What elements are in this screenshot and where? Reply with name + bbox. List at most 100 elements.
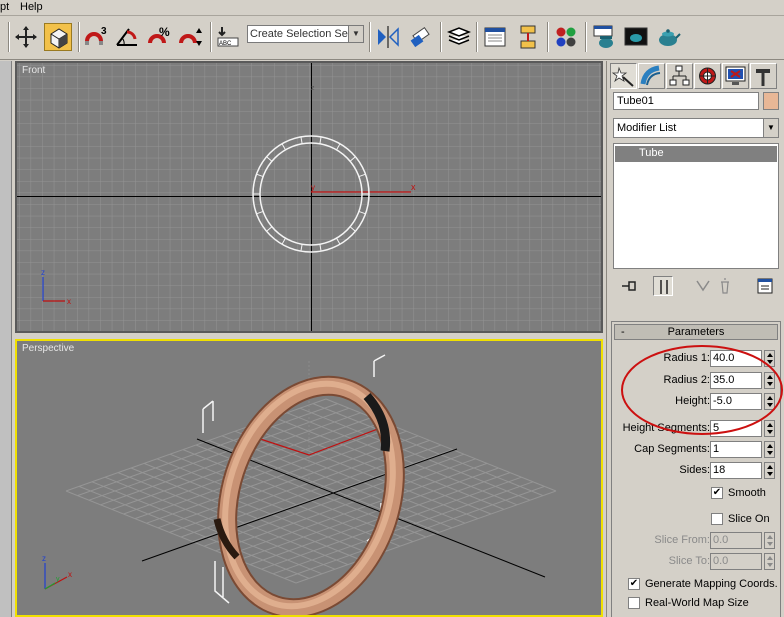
edit-named-sets-icon[interactable]: ABC <box>214 23 242 51</box>
render-frame-icon[interactable] <box>622 23 650 51</box>
svg-text:y: y <box>56 576 60 583</box>
height-label: Height: <box>675 395 710 407</box>
radius2-label: Radius 2: <box>663 374 710 386</box>
curve-editor-icon[interactable] <box>481 23 509 51</box>
toolbar-separator <box>585 22 587 52</box>
height-segments-spinner[interactable] <box>764 420 775 437</box>
material-editor-icon[interactable] <box>552 23 580 51</box>
toolbar-separator <box>547 22 549 52</box>
select-object-icon[interactable] <box>44 23 72 51</box>
stack-item-tube[interactable]: Tube <box>615 146 777 162</box>
display-tab[interactable] <box>722 63 749 89</box>
height-field[interactable]: -5.0 <box>710 393 762 410</box>
hierarchy-icon <box>669 65 690 86</box>
slice-to-spinner[interactable] <box>764 553 775 570</box>
modifier-list-text: Modifier List <box>617 122 677 134</box>
create-star-icon <box>611 66 634 87</box>
create-tab[interactable] <box>610 63 637 89</box>
height-spinner[interactable] <box>764 393 775 410</box>
modifier-list-dropdown[interactable]: Modifier List ▼ <box>613 118 779 138</box>
show-end-result-icon[interactable] <box>653 276 673 296</box>
front-viewport-canvas[interactable]: x y z z x <box>17 63 601 331</box>
radius2-row: Radius 2: 35.0 <box>612 372 782 390</box>
slice-from-field[interactable]: 0.0 <box>710 532 762 549</box>
utilities-hammer-icon <box>756 69 770 86</box>
hierarchy-tab[interactable] <box>666 63 693 89</box>
svg-text:x: x <box>411 182 416 192</box>
command-panel: Tube01 Modifier List ▼ Tube - Parameters <box>606 61 784 617</box>
layer-manager-icon[interactable] <box>445 23 473 51</box>
sides-row: Sides: 18 <box>612 462 782 480</box>
generate-mapping-checkbox[interactable]: ✔ <box>628 578 640 590</box>
front-viewport-label[interactable]: Front <box>22 65 45 76</box>
parameters-rollout: - Parameters Radius 1: 40.0 Radius 2: 35… <box>611 321 781 617</box>
sides-spinner[interactable] <box>764 462 775 479</box>
toolbar-separator <box>210 22 212 52</box>
toolbar-separator <box>476 22 478 52</box>
selection-set-dropdown[interactable]: Create Selection Set ▼ <box>247 25 364 43</box>
real-world-map-checkbox[interactable] <box>628 597 640 609</box>
front-viewport[interactable]: x y z z x Front <box>15 61 603 333</box>
object-name-field[interactable]: Tube01 <box>613 92 759 110</box>
cap-segments-spinner[interactable] <box>764 441 775 458</box>
chevron-down-icon[interactable]: ▼ <box>763 119 778 137</box>
radius1-row: Radius 1: 40.0 <box>612 350 782 368</box>
modify-tab[interactable] <box>638 63 665 89</box>
slice-from-spinner[interactable] <box>764 532 775 549</box>
height-segments-label: Height Segments: <box>622 422 710 434</box>
radius2-spinner[interactable] <box>764 372 775 389</box>
percent-snap-icon[interactable]: % <box>145 23 173 51</box>
motion-wheel-icon <box>699 67 716 85</box>
display-monitor-icon <box>725 66 746 85</box>
configure-sets-icon[interactable] <box>755 276 775 296</box>
angle-snap-icon[interactable] <box>113 23 141 51</box>
make-unique-icon[interactable] <box>693 276 713 296</box>
render-setup-icon[interactable] <box>590 23 618 51</box>
collapse-minus-icon[interactable]: - <box>621 325 625 339</box>
smooth-checkbox[interactable]: ✔ <box>711 487 723 499</box>
radius2-field[interactable]: 35.0 <box>710 372 762 389</box>
perspective-viewport-label[interactable]: Perspective <box>22 343 74 354</box>
cap-segments-label: Cap Segments: <box>634 443 710 455</box>
svg-text:z: z <box>41 268 45 277</box>
parameters-rollout-header[interactable]: - Parameters <box>614 324 778 340</box>
height-row: Height: -5.0 <box>612 393 782 411</box>
main-toolbar: 3 % ABC Create Selection Set ▼ <box>0 16 784 60</box>
perspective-viewport[interactable]: z x y Perspective <box>15 339 603 617</box>
real-world-map-label: Real-World Map Size <box>645 597 749 609</box>
utilities-tab[interactable] <box>750 63 777 89</box>
radius1-spinner[interactable] <box>764 350 775 367</box>
remove-modifier-icon[interactable] <box>715 276 735 296</box>
toolbar-separator <box>8 22 10 52</box>
quick-render-icon[interactable] <box>654 23 682 51</box>
perspective-viewport-canvas[interactable]: z x y <box>17 341 601 615</box>
select-move-icon[interactable] <box>12 23 40 51</box>
svg-text:z: z <box>311 85 315 92</box>
menu-item-script[interactable]: pt <box>0 1 9 13</box>
cap-segments-row: Cap Segments: 1 <box>612 441 782 459</box>
chevron-down-icon[interactable]: ▼ <box>348 26 363 42</box>
menu-item-help[interactable]: Help <box>20 1 43 13</box>
sides-field[interactable]: 18 <box>710 462 762 479</box>
slice-to-label: Slice To: <box>668 555 710 567</box>
mirror-icon[interactable] <box>374 23 402 51</box>
slice-to-row: Slice To: 0.0 <box>612 553 782 571</box>
height-segments-field[interactable]: 5 <box>710 420 762 437</box>
svg-text:y: y <box>311 183 315 192</box>
height-segments-row: Height Segments: 5 <box>612 420 782 438</box>
slice-on-checkbox[interactable] <box>711 513 723 525</box>
pin-stack-icon[interactable] <box>619 276 639 296</box>
radius1-field[interactable]: 40.0 <box>710 350 762 367</box>
slice-on-label: Slice On <box>728 513 770 525</box>
toolbar-separator <box>78 22 80 52</box>
spinner-snap-icon[interactable] <box>177 23 205 51</box>
object-color-swatch[interactable] <box>763 92 779 110</box>
snap-icon[interactable]: 3 <box>82 23 110 51</box>
align-icon[interactable] <box>406 23 434 51</box>
schematic-view-icon[interactable] <box>514 23 542 51</box>
smooth-label: Smooth <box>728 487 766 499</box>
motion-tab[interactable] <box>694 63 721 89</box>
slice-to-field[interactable]: 0.0 <box>710 553 762 570</box>
cap-segments-field[interactable]: 1 <box>710 441 762 458</box>
slice-from-label: Slice From: <box>654 534 710 546</box>
